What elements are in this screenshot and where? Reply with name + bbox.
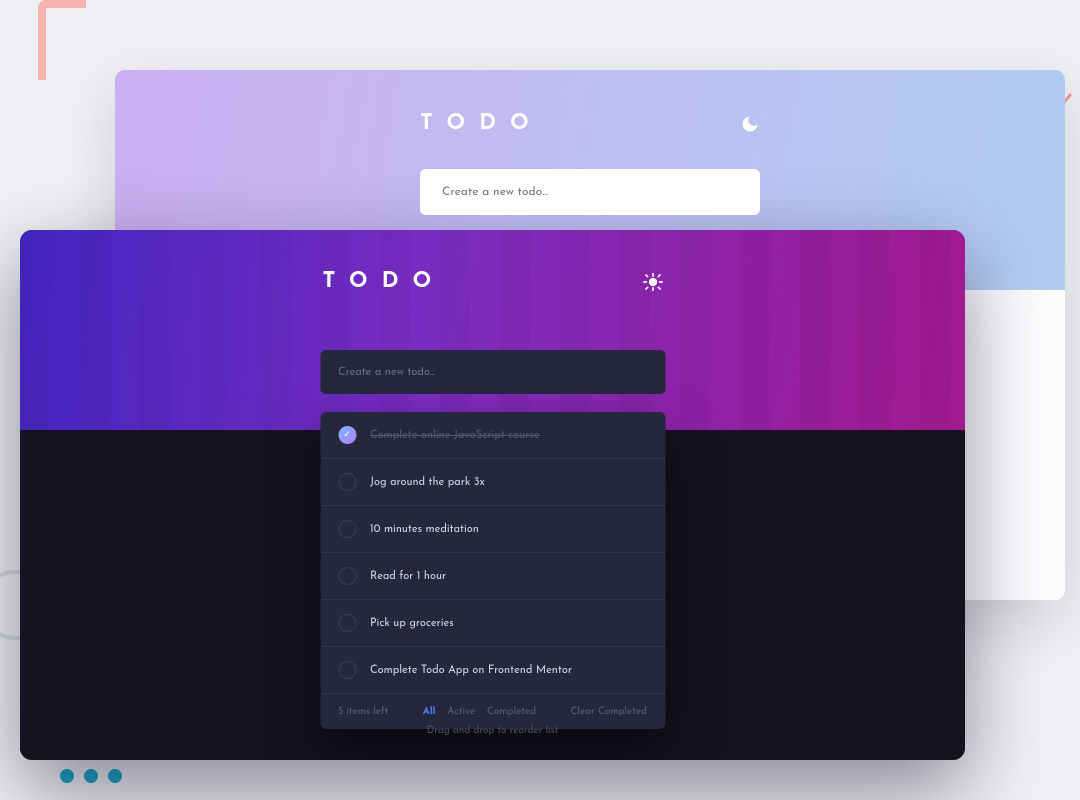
- new-todo-input-light[interactable]: [442, 186, 738, 198]
- moon-icon[interactable]: [740, 114, 760, 134]
- items-left: 5 items left: [338, 706, 388, 717]
- todo-list: ✓ Complete online JavaScript course Jog …: [320, 412, 665, 729]
- filter-active[interactable]: Active: [447, 706, 475, 717]
- app-title-dark: TODO: [323, 270, 446, 293]
- dark-todo-window: TODO ✓ Complete online JavaScript course…: [20, 230, 965, 760]
- todo-item[interactable]: ✓ Complete online JavaScript course: [320, 412, 665, 459]
- todo-card: ✓ Complete online JavaScript course Jog …: [320, 350, 665, 729]
- todo-item-label: 10 minutes meditation: [370, 524, 479, 535]
- checkbox-icon[interactable]: [338, 661, 356, 679]
- decoration-l-shape: [38, 0, 86, 80]
- checkbox-icon[interactable]: ✓: [338, 426, 356, 444]
- checkbox-icon[interactable]: [338, 567, 356, 585]
- sun-icon[interactable]: [643, 272, 663, 292]
- filter-group: All Active Completed: [423, 706, 536, 717]
- todo-item-label: Complete online JavaScript course: [370, 430, 540, 441]
- new-todo-input-dark[interactable]: [338, 367, 647, 378]
- new-todo-input-dark-wrap[interactable]: [320, 350, 665, 394]
- todo-item[interactable]: 10 minutes meditation: [320, 506, 665, 553]
- todo-item[interactable]: Jog around the park 3x: [320, 459, 665, 506]
- checkbox-icon[interactable]: [338, 473, 356, 491]
- todo-item-label: Jog around the park 3x: [370, 477, 485, 488]
- app-title-light: TODO: [420, 112, 543, 135]
- todo-footer: 5 items left All Active Completed Clear …: [320, 694, 665, 729]
- todo-item-label: Read for 1 hour: [370, 571, 446, 582]
- clear-completed[interactable]: Clear Completed: [570, 706, 647, 717]
- todo-item-label: Pick up groceries: [370, 618, 454, 629]
- reorder-hint: Drag and drop to reorder list: [427, 725, 559, 736]
- todo-item-label: Complete Todo App on Frontend Mentor: [370, 665, 572, 676]
- checkbox-icon[interactable]: [338, 614, 356, 632]
- todo-item[interactable]: Complete Todo App on Frontend Mentor: [320, 647, 665, 694]
- checkbox-icon[interactable]: [338, 520, 356, 538]
- todo-item[interactable]: Pick up groceries: [320, 600, 665, 647]
- new-todo-input-light-wrap[interactable]: [420, 169, 760, 215]
- todo-item[interactable]: Read for 1 hour: [320, 553, 665, 600]
- filter-all[interactable]: All: [423, 706, 436, 717]
- filter-completed[interactable]: Completed: [487, 706, 536, 717]
